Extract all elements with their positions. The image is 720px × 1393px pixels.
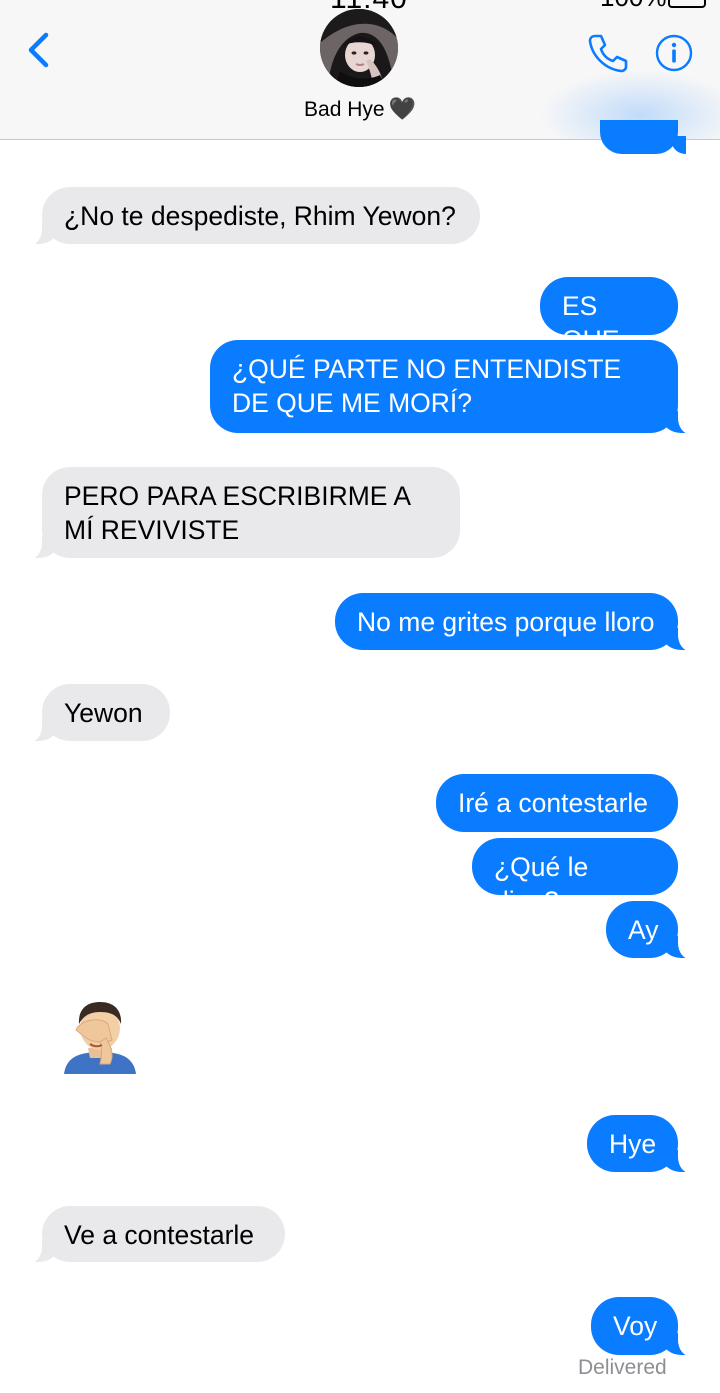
- chevron-left-icon[interactable]: [24, 32, 54, 68]
- message-bubble-cut-off: [600, 120, 678, 154]
- message-text: Hye: [609, 1129, 657, 1159]
- contact-avatar[interactable]: [320, 9, 398, 87]
- incoming-message[interactable]: ¿No te despediste, Rhim Yewon?: [28, 187, 480, 245]
- outgoing-message[interactable]: No me grites porque lloro: [335, 593, 692, 651]
- message-text: Iré a contestarle: [458, 788, 649, 818]
- delivered-status: Delivered: [578, 1356, 667, 1379]
- incoming-message[interactable]: Yewon: [28, 684, 170, 742]
- message-text: ¿Qué le digo?: [494, 852, 589, 916]
- phone-icon[interactable]: [586, 33, 628, 73]
- outgoing-message[interactable]: Ay: [606, 901, 692, 959]
- contact-name-text: Bad Hye: [304, 98, 385, 121]
- message-text: Yewon: [64, 698, 143, 728]
- outgoing-message[interactable]: Iré a contestarle: [436, 774, 678, 832]
- message-text: Ve a contestarle: [64, 1220, 255, 1250]
- message-text: Ay: [628, 915, 659, 945]
- battery-percent: 100%: [600, 0, 667, 13]
- battery-icon: [668, 0, 706, 8]
- message-bubble-tail: [672, 136, 686, 154]
- conversation-header: 11:40 100% Bad Hye🖤: [0, 0, 720, 140]
- message-text: PERO PARA ESCRIBIRME A MÍ REVIVISTE: [64, 481, 410, 545]
- info-icon[interactable]: [655, 34, 693, 72]
- outgoing-message[interactable]: ¿QUÉ PARTE NO ENTENDISTE DE QUE ME MORÍ?: [210, 340, 692, 434]
- outgoing-message[interactable]: Voy: [591, 1297, 692, 1356]
- message-text: No me grites porque lloro: [357, 607, 655, 637]
- incoming-message[interactable]: Ve a contestarle: [28, 1206, 285, 1263]
- contact-name[interactable]: Bad Hye 🖤: [0, 96, 720, 122]
- outgoing-message[interactable]: Hye: [587, 1115, 692, 1173]
- outgoing-message[interactable]: ES QUE: [540, 277, 678, 355]
- message-text: ¿QUÉ PARTE NO ENTENDISTE DE QUE ME MORÍ?: [232, 354, 622, 418]
- message-text: Voy: [613, 1311, 658, 1341]
- message-text: ¿No te despediste, Rhim Yewon?: [64, 201, 456, 231]
- man-facepalming-emoji[interactable]: [60, 998, 140, 1074]
- avatar-photo: [320, 9, 398, 87]
- black-heart-emoji: 🖤: [388, 96, 416, 121]
- outgoing-message[interactable]: ¿Qué le digo?: [472, 838, 678, 916]
- incoming-message[interactable]: PERO PARA ESCRIBIRME A MÍ REVIVISTE: [28, 467, 460, 559]
